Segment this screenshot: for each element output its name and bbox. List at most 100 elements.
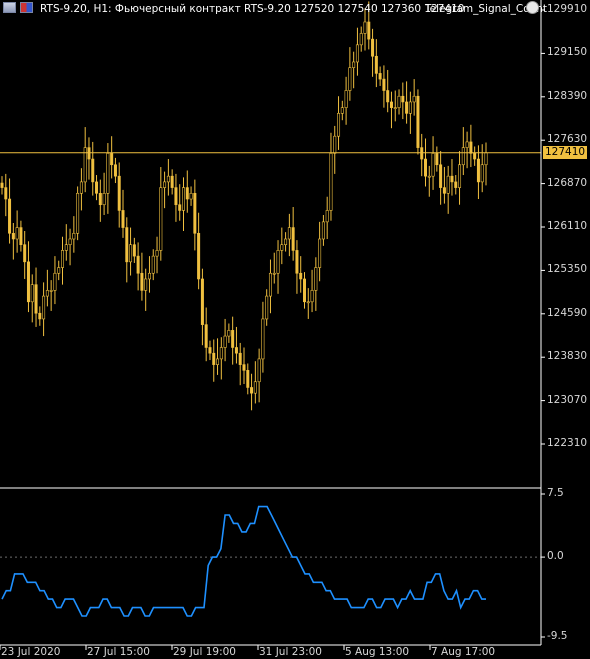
candle-body <box>234 347 238 354</box>
candle-body <box>363 21 367 34</box>
time-axis-label: 7 Aug 17:00 <box>431 646 496 658</box>
price-axis-label: 128390 <box>547 89 588 102</box>
candle-body <box>458 164 462 188</box>
candle-body <box>159 187 163 251</box>
candle-body <box>416 95 420 148</box>
time-axis-label: 23 Jul 2020 <box>1 646 61 658</box>
candle-body <box>117 175 121 211</box>
candle-body <box>401 95 405 103</box>
time-axis-label: 31 Jul 23:00 <box>259 646 322 658</box>
candle-body <box>310 290 314 303</box>
candle-body <box>136 255 140 274</box>
candle-body <box>473 153 477 160</box>
price-axis-label: 124590 <box>547 306 588 319</box>
candle-body <box>113 164 117 177</box>
candle-body <box>484 152 488 166</box>
candle-body <box>272 272 276 275</box>
candle-body <box>461 147 465 166</box>
candle-body <box>469 141 473 154</box>
candle-body <box>34 284 38 314</box>
candle-body <box>476 158 480 183</box>
candle-body <box>91 158 95 183</box>
candle-body <box>340 107 344 114</box>
candle-body <box>287 227 291 240</box>
candle-body <box>295 250 299 274</box>
candle-body <box>427 175 431 178</box>
candle-body <box>0 182 4 188</box>
candle-body <box>76 193 80 234</box>
candle-body <box>250 387 254 394</box>
candle-body <box>386 90 390 103</box>
candle-body <box>216 358 220 365</box>
candle-body <box>49 290 53 292</box>
candle-body <box>23 244 27 263</box>
indicator-settings-icon[interactable] <box>526 1 539 14</box>
price-axis-label: 123830 <box>547 350 588 363</box>
candle-body <box>389 101 393 108</box>
time-axis-label: 5 Aug 13:00 <box>345 646 410 658</box>
chart-canvas[interactable] <box>0 0 590 659</box>
candle-body <box>174 187 178 206</box>
candle-body <box>265 295 269 320</box>
candle-body <box>238 352 242 365</box>
candle-body <box>19 227 23 246</box>
candle-body <box>15 227 19 240</box>
candle-body <box>208 347 212 354</box>
candle-body <box>284 238 288 246</box>
candle-body <box>431 153 435 177</box>
candle-body <box>178 204 182 211</box>
candle-body <box>397 95 401 108</box>
candle-body <box>98 193 102 206</box>
candle-body <box>79 181 83 194</box>
candle-body <box>348 67 352 91</box>
candle-body <box>257 358 261 383</box>
candle-body <box>306 301 310 304</box>
price-axis-label: 129910 <box>547 3 588 15</box>
candle-body <box>53 272 57 291</box>
candle-body <box>170 175 174 188</box>
candle-body <box>291 227 295 251</box>
chart-background <box>0 0 590 659</box>
candle-body <box>95 181 99 194</box>
candle-body <box>393 107 397 109</box>
candle-body <box>280 244 284 251</box>
candle-body <box>151 255 155 274</box>
candle-body <box>423 158 427 177</box>
candle-body <box>382 78 386 91</box>
indicator-axis-label: 7.5 <box>547 487 564 499</box>
candle-body <box>321 221 325 240</box>
candle-body <box>68 238 72 246</box>
candle-body <box>110 153 114 166</box>
candle-body <box>408 101 412 114</box>
price-axis-label: 123070 <box>547 393 588 406</box>
candle-body <box>106 153 110 194</box>
candle-body <box>200 278 204 325</box>
candle-body <box>125 227 129 263</box>
candle-body <box>204 324 208 348</box>
candle-body <box>189 193 193 200</box>
candle-body <box>72 232 76 240</box>
candle-body <box>129 244 133 263</box>
chart-window-icon[interactable] <box>3 2 16 13</box>
candle-body <box>450 175 454 183</box>
candle-body <box>314 267 318 291</box>
candle-body <box>352 61 356 68</box>
candle-body <box>166 175 170 183</box>
candle-body <box>8 198 12 234</box>
candle-body <box>38 312 42 320</box>
price-axis-label: 126110 <box>547 220 588 232</box>
candle-body <box>442 187 446 194</box>
candle-body <box>140 272 144 291</box>
candle-body <box>378 73 382 80</box>
candle-body <box>333 135 337 154</box>
price-axis-label: 122310 <box>547 437 588 449</box>
candle-body <box>261 318 265 360</box>
flag-icon[interactable] <box>20 2 33 13</box>
candle-body <box>253 381 257 394</box>
candle-body <box>435 153 439 166</box>
candle-body <box>26 261 30 303</box>
candle-body <box>329 153 333 211</box>
candle-body <box>193 193 197 234</box>
candle-body <box>465 141 469 148</box>
time-axis-label: 27 Jul 15:00 <box>87 646 150 658</box>
